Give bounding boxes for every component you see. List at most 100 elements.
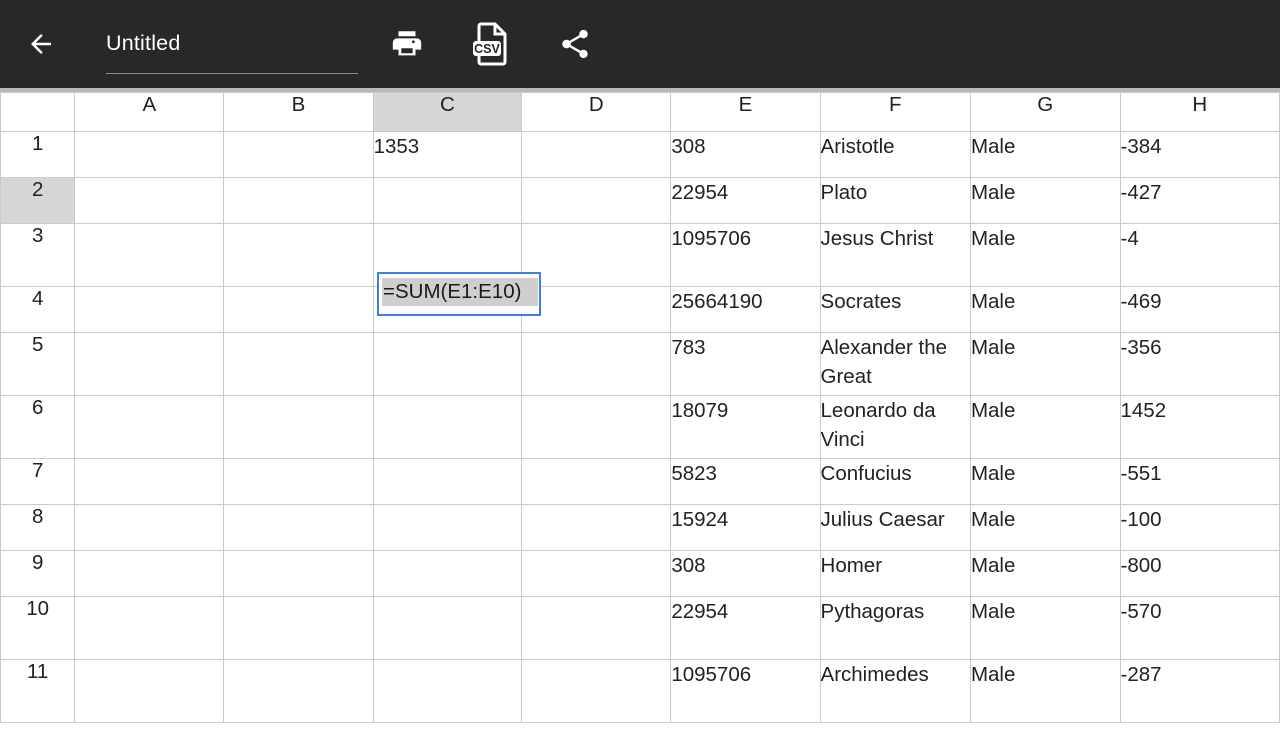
cell-E4[interactable]: 25664190 — [671, 287, 819, 332]
cell-G6[interactable]: Male — [971, 396, 1120, 458]
column-header-g[interactable]: G — [971, 93, 1120, 131]
cell-H8[interactable]: -100 — [1121, 505, 1280, 550]
cell-E2[interactable]: 22954 — [671, 178, 819, 223]
cell-E11[interactable]: 1095706 — [671, 660, 819, 722]
cell-F2[interactable]: Plato — [821, 178, 970, 223]
row-header-9[interactable]: 9 — [1, 551, 74, 596]
cell-C7[interactable] — [374, 459, 522, 504]
active-cell-editor[interactable] — [377, 272, 541, 316]
cell-C6[interactable] — [374, 396, 522, 458]
cell-E8[interactable]: 15924 — [671, 505, 819, 550]
cell-A4[interactable] — [75, 287, 223, 332]
cell-A5[interactable] — [75, 333, 223, 395]
cell-B4[interactable] — [224, 287, 372, 332]
cell-G2[interactable]: Male — [971, 178, 1120, 223]
column-header-c[interactable]: C — [374, 93, 522, 131]
cell-A2[interactable] — [75, 178, 223, 223]
cell-B2[interactable] — [224, 178, 372, 223]
cell-H2[interactable]: -427 — [1121, 178, 1280, 223]
cell-G4[interactable]: Male — [971, 287, 1120, 332]
cell-H7[interactable]: -551 — [1121, 459, 1280, 504]
row-header-10[interactable]: 10 — [1, 597, 74, 659]
column-header-b[interactable]: B — [224, 93, 372, 131]
cell-A10[interactable] — [75, 597, 223, 659]
cell-G7[interactable]: Male — [971, 459, 1120, 504]
cell-H11[interactable]: -287 — [1121, 660, 1280, 722]
cell-B10[interactable] — [224, 597, 372, 659]
cell-F1[interactable]: Aristotle — [821, 132, 970, 177]
cell-F5[interactable]: Alexander the Great — [821, 333, 970, 395]
cell-C5[interactable] — [374, 333, 522, 395]
cell-H10[interactable]: -570 — [1121, 597, 1280, 659]
cell-H3[interactable]: -4 — [1121, 224, 1280, 286]
column-header-e[interactable]: E — [671, 93, 819, 131]
row-header-3[interactable]: 3 — [1, 224, 74, 286]
cell-D11[interactable] — [522, 660, 670, 722]
cell-A3[interactable] — [75, 224, 223, 286]
spreadsheet-grid[interactable]: A B C D E F G H 11353308AristotleMale-38… — [0, 92, 1280, 729]
cell-H4[interactable]: -469 — [1121, 287, 1280, 332]
cell-A6[interactable] — [75, 396, 223, 458]
cell-F6[interactable]: Leonardo da Vinci — [821, 396, 970, 458]
cell-G3[interactable]: Male — [971, 224, 1120, 286]
cell-H6[interactable]: 1452 — [1121, 396, 1280, 458]
cell-B6[interactable] — [224, 396, 372, 458]
cell-A1[interactable] — [75, 132, 223, 177]
cell-A7[interactable] — [75, 459, 223, 504]
cell-A8[interactable] — [75, 505, 223, 550]
column-header-f[interactable]: F — [821, 93, 970, 131]
formula-input[interactable] — [382, 278, 538, 306]
cell-D3[interactable] — [522, 224, 670, 286]
cell-D10[interactable] — [522, 597, 670, 659]
row-header-8[interactable]: 8 — [1, 505, 74, 550]
row-header-4[interactable]: 4 — [1, 287, 74, 332]
row-header-5[interactable]: 5 — [1, 333, 74, 395]
cell-C9[interactable] — [374, 551, 522, 596]
cell-E5[interactable]: 783 — [671, 333, 819, 395]
cell-E9[interactable]: 308 — [671, 551, 819, 596]
cell-F8[interactable]: Julius Caesar — [821, 505, 970, 550]
cell-E7[interactable]: 5823 — [671, 459, 819, 504]
cell-B1[interactable] — [224, 132, 372, 177]
share-button[interactable] — [549, 18, 601, 70]
column-header-h[interactable]: H — [1121, 93, 1280, 131]
cell-E3[interactable]: 1095706 — [671, 224, 819, 286]
cell-B11[interactable] — [224, 660, 372, 722]
document-title-input[interactable] — [106, 29, 358, 59]
cell-G10[interactable]: Male — [971, 597, 1120, 659]
back-button[interactable] — [17, 20, 65, 68]
cell-A9[interactable] — [75, 551, 223, 596]
export-csv-button[interactable]: CSV — [465, 18, 517, 70]
cell-F7[interactable]: Confucius — [821, 459, 970, 504]
row-header-7[interactable]: 7 — [1, 459, 74, 504]
cell-D7[interactable] — [522, 459, 670, 504]
cell-G9[interactable]: Male — [971, 551, 1120, 596]
row-header-11[interactable]: 11 — [1, 660, 74, 722]
cell-D6[interactable] — [522, 396, 670, 458]
cell-C1[interactable]: 1353 — [374, 132, 522, 177]
cell-G5[interactable]: Male — [971, 333, 1120, 395]
cell-E6[interactable]: 18079 — [671, 396, 819, 458]
row-header-6[interactable]: 6 — [1, 396, 74, 458]
cell-F4[interactable]: Socrates — [821, 287, 970, 332]
column-header-a[interactable]: A — [75, 93, 223, 131]
cell-B7[interactable] — [224, 459, 372, 504]
print-button[interactable] — [381, 18, 433, 70]
cell-D2[interactable] — [522, 178, 670, 223]
cell-G11[interactable]: Male — [971, 660, 1120, 722]
cell-F9[interactable]: Homer — [821, 551, 970, 596]
cell-B5[interactable] — [224, 333, 372, 395]
cell-D5[interactable] — [522, 333, 670, 395]
row-header-1[interactable]: 1 — [1, 132, 74, 177]
cell-D1[interactable] — [522, 132, 670, 177]
cell-E1[interactable]: 308 — [671, 132, 819, 177]
cell-D4[interactable] — [522, 287, 670, 332]
cell-E10[interactable]: 22954 — [671, 597, 819, 659]
cell-F3[interactable]: Jesus Christ — [821, 224, 970, 286]
cell-B3[interactable] — [224, 224, 372, 286]
cell-C2[interactable] — [374, 178, 522, 223]
cell-H1[interactable]: -384 — [1121, 132, 1280, 177]
cell-F11[interactable]: Archimedes — [821, 660, 970, 722]
cell-C8[interactable] — [374, 505, 522, 550]
select-all-corner[interactable] — [1, 93, 74, 131]
